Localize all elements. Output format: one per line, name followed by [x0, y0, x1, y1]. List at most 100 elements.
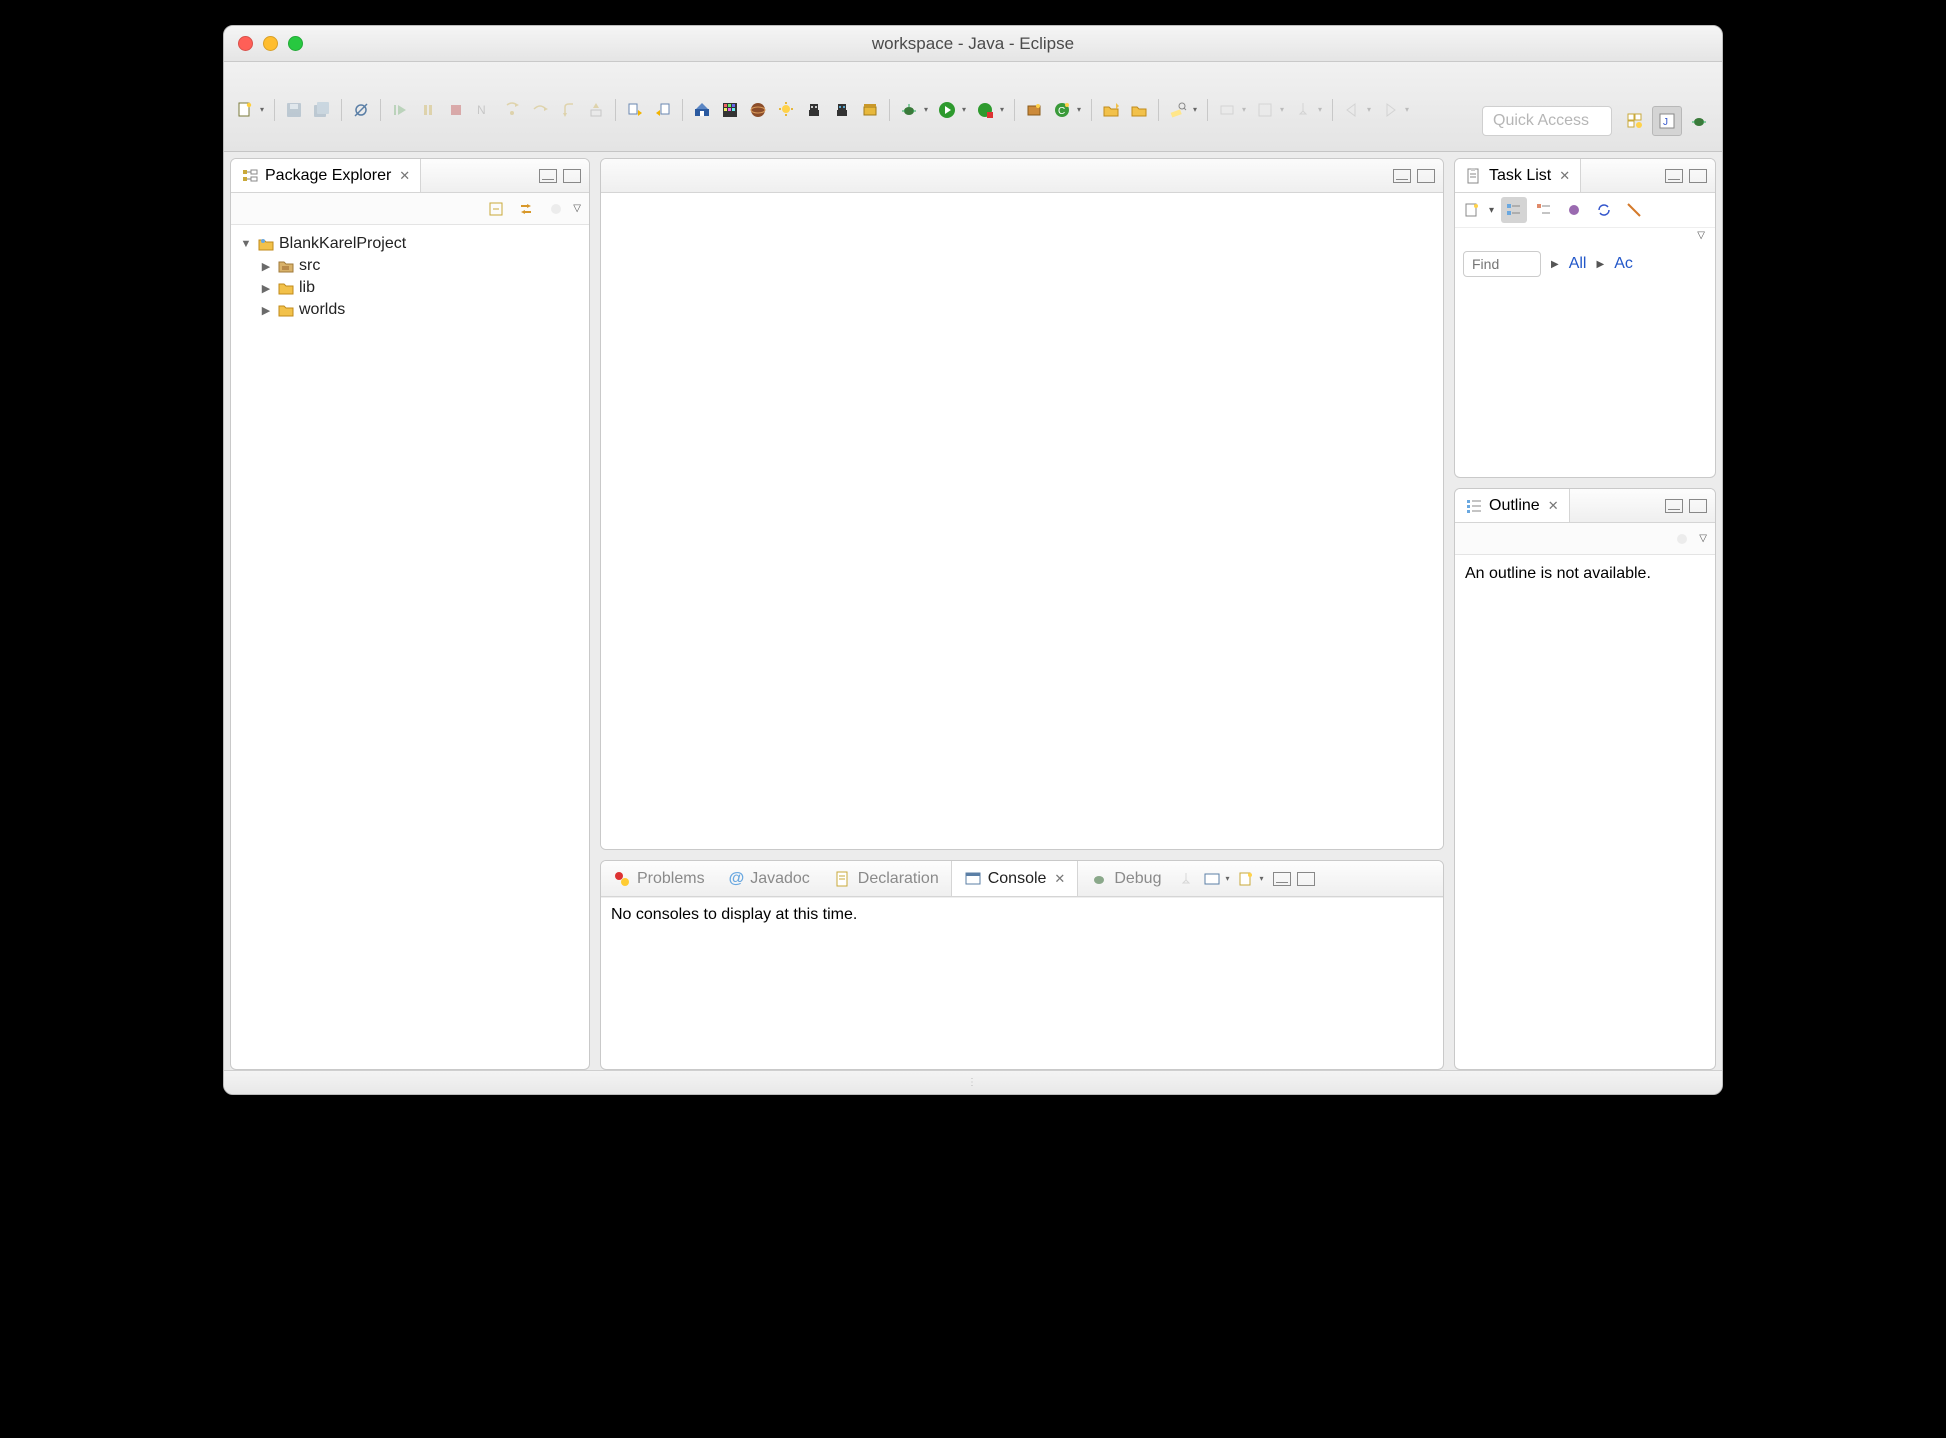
- view-menu-icon[interactable]: ▽: [1697, 230, 1705, 241]
- package-explorer-tab[interactable]: Package Explorer ✕: [231, 159, 421, 192]
- task-list-tab[interactable]: Task List ✕: [1455, 159, 1581, 192]
- world-icon[interactable]: [745, 97, 771, 123]
- terminate-icon[interactable]: [443, 97, 469, 123]
- expand-arrow-icon[interactable]: ▶: [259, 304, 273, 317]
- minimize-view-icon[interactable]: [1665, 499, 1683, 513]
- expand-arrow-icon[interactable]: ▶: [259, 282, 273, 295]
- focus-task-icon[interactable]: [543, 196, 569, 222]
- step-into-icon[interactable]: [499, 97, 525, 123]
- dropdown-icon[interactable]: ▾: [1489, 205, 1497, 216]
- skip-breakpoints-icon[interactable]: [348, 97, 374, 123]
- dropdown-icon[interactable]: ▾: [924, 105, 932, 114]
- dropdown-icon[interactable]: ▾: [1259, 874, 1267, 883]
- new-task-icon[interactable]: [1459, 197, 1485, 223]
- package-explorer-tree[interactable]: ▼ BlankKarelProject ▶ src ▶ lib: [231, 225, 589, 329]
- focus-task-icon[interactable]: [1669, 526, 1695, 552]
- problems-tab[interactable]: Problems: [601, 861, 717, 896]
- minimize-window-button[interactable]: [263, 36, 278, 51]
- quick-access-input[interactable]: Quick Access: [1482, 106, 1612, 136]
- new-class-icon[interactable]: C: [1049, 97, 1075, 123]
- project-node[interactable]: ▼ BlankKarelProject: [237, 233, 583, 255]
- drop-to-frame-icon[interactable]: [583, 97, 609, 123]
- maximize-view-icon[interactable]: [1297, 872, 1315, 886]
- debug-perspective-icon[interactable]: [1684, 106, 1714, 136]
- dropdown-icon[interactable]: ▾: [260, 105, 268, 114]
- open-perspective-icon[interactable]: [1620, 106, 1650, 136]
- maximize-view-icon[interactable]: [1689, 169, 1707, 183]
- focus-workweek-icon[interactable]: [1561, 197, 1587, 223]
- view-menu-icon[interactable]: ▽: [1699, 533, 1707, 544]
- new-package-icon[interactable]: [1021, 97, 1047, 123]
- forward-icon[interactable]: [1377, 97, 1403, 123]
- expand-arrow-icon[interactable]: ▶: [259, 260, 273, 273]
- open-console-icon[interactable]: [1233, 866, 1259, 892]
- src-node[interactable]: ▶ src: [237, 255, 583, 277]
- dropdown-icon[interactable]: ▾: [1000, 105, 1008, 114]
- collapse-all-icon[interactable]: [483, 196, 509, 222]
- dropdown-icon[interactable]: ▾: [1225, 874, 1233, 883]
- prev-annotation-icon[interactable]: [650, 97, 676, 123]
- activate-link[interactable]: Ac: [1614, 255, 1633, 273]
- save-all-icon[interactable]: [309, 97, 335, 123]
- task-find-input[interactable]: [1463, 251, 1541, 277]
- dropdown-icon[interactable]: ▾: [1280, 105, 1288, 114]
- save-icon[interactable]: [281, 97, 307, 123]
- toggle-icon[interactable]: [1214, 97, 1240, 123]
- worlds-node[interactable]: ▶ worlds: [237, 299, 583, 321]
- step-over-icon[interactable]: [527, 97, 553, 123]
- pin-console-icon[interactable]: [1173, 866, 1199, 892]
- all-link[interactable]: All: [1569, 255, 1587, 273]
- synchronize-icon[interactable]: [1591, 197, 1617, 223]
- build-icon[interactable]: [689, 97, 715, 123]
- open-folder-icon[interactable]: [1126, 97, 1152, 123]
- toggle2-icon[interactable]: [1252, 97, 1278, 123]
- minimize-view-icon[interactable]: [1393, 169, 1411, 183]
- robot1-icon[interactable]: [801, 97, 827, 123]
- close-tab-icon[interactable]: ✕: [1559, 168, 1570, 184]
- run-icon[interactable]: [934, 97, 960, 123]
- minimize-view-icon[interactable]: [1273, 872, 1291, 886]
- close-window-button[interactable]: [238, 36, 253, 51]
- maximize-view-icon[interactable]: [1689, 499, 1707, 513]
- chevron-right-icon[interactable]: ▶: [1551, 259, 1559, 270]
- grid-icon[interactable]: [717, 97, 743, 123]
- dropdown-icon[interactable]: ▾: [1318, 105, 1326, 114]
- robot2-icon[interactable]: [829, 97, 855, 123]
- expand-arrow-icon[interactable]: ▼: [239, 238, 253, 250]
- hide-icon[interactable]: [1621, 197, 1647, 223]
- close-tab-icon[interactable]: ✕: [1548, 498, 1559, 514]
- link-editor-icon[interactable]: [513, 196, 539, 222]
- next-annotation-icon[interactable]: [622, 97, 648, 123]
- close-tab-icon[interactable]: ✕: [1054, 871, 1065, 887]
- disconnect-icon[interactable]: N: [471, 97, 497, 123]
- declaration-tab[interactable]: Declaration: [822, 861, 951, 896]
- search-icon[interactable]: [1165, 97, 1191, 123]
- dropdown-icon[interactable]: ▾: [1193, 105, 1201, 114]
- pin-icon[interactable]: [1290, 97, 1316, 123]
- dropdown-icon[interactable]: ▾: [962, 105, 970, 114]
- resume-icon[interactable]: [387, 97, 413, 123]
- device-icon[interactable]: [857, 97, 883, 123]
- open-project-icon[interactable]: [1098, 97, 1124, 123]
- zoom-window-button[interactable]: [288, 36, 303, 51]
- lib-node[interactable]: ▶ lib: [237, 277, 583, 299]
- console-tab[interactable]: Console ✕: [951, 861, 1079, 896]
- debug-tab[interactable]: Debug: [1078, 861, 1173, 896]
- categorized-icon[interactable]: [1501, 197, 1527, 223]
- minimize-view-icon[interactable]: [1665, 169, 1683, 183]
- dropdown-icon[interactable]: ▾: [1405, 105, 1413, 114]
- javadoc-tab[interactable]: @ Javadoc: [717, 861, 822, 896]
- outline-tab[interactable]: Outline ✕: [1455, 489, 1570, 522]
- debug-icon[interactable]: [896, 97, 922, 123]
- view-menu-icon[interactable]: ▽: [573, 203, 581, 214]
- new-wizard-icon[interactable]: [232, 97, 258, 123]
- close-tab-icon[interactable]: ✕: [399, 168, 410, 184]
- java-perspective-icon[interactable]: J: [1652, 106, 1682, 136]
- editor-body[interactable]: [601, 193, 1443, 849]
- minimize-view-icon[interactable]: [539, 169, 557, 183]
- coverage-icon[interactable]: [972, 97, 998, 123]
- scheduled-icon[interactable]: [1531, 197, 1557, 223]
- back-icon[interactable]: [1339, 97, 1365, 123]
- maximize-view-icon[interactable]: [563, 169, 581, 183]
- step-return-icon[interactable]: [555, 97, 581, 123]
